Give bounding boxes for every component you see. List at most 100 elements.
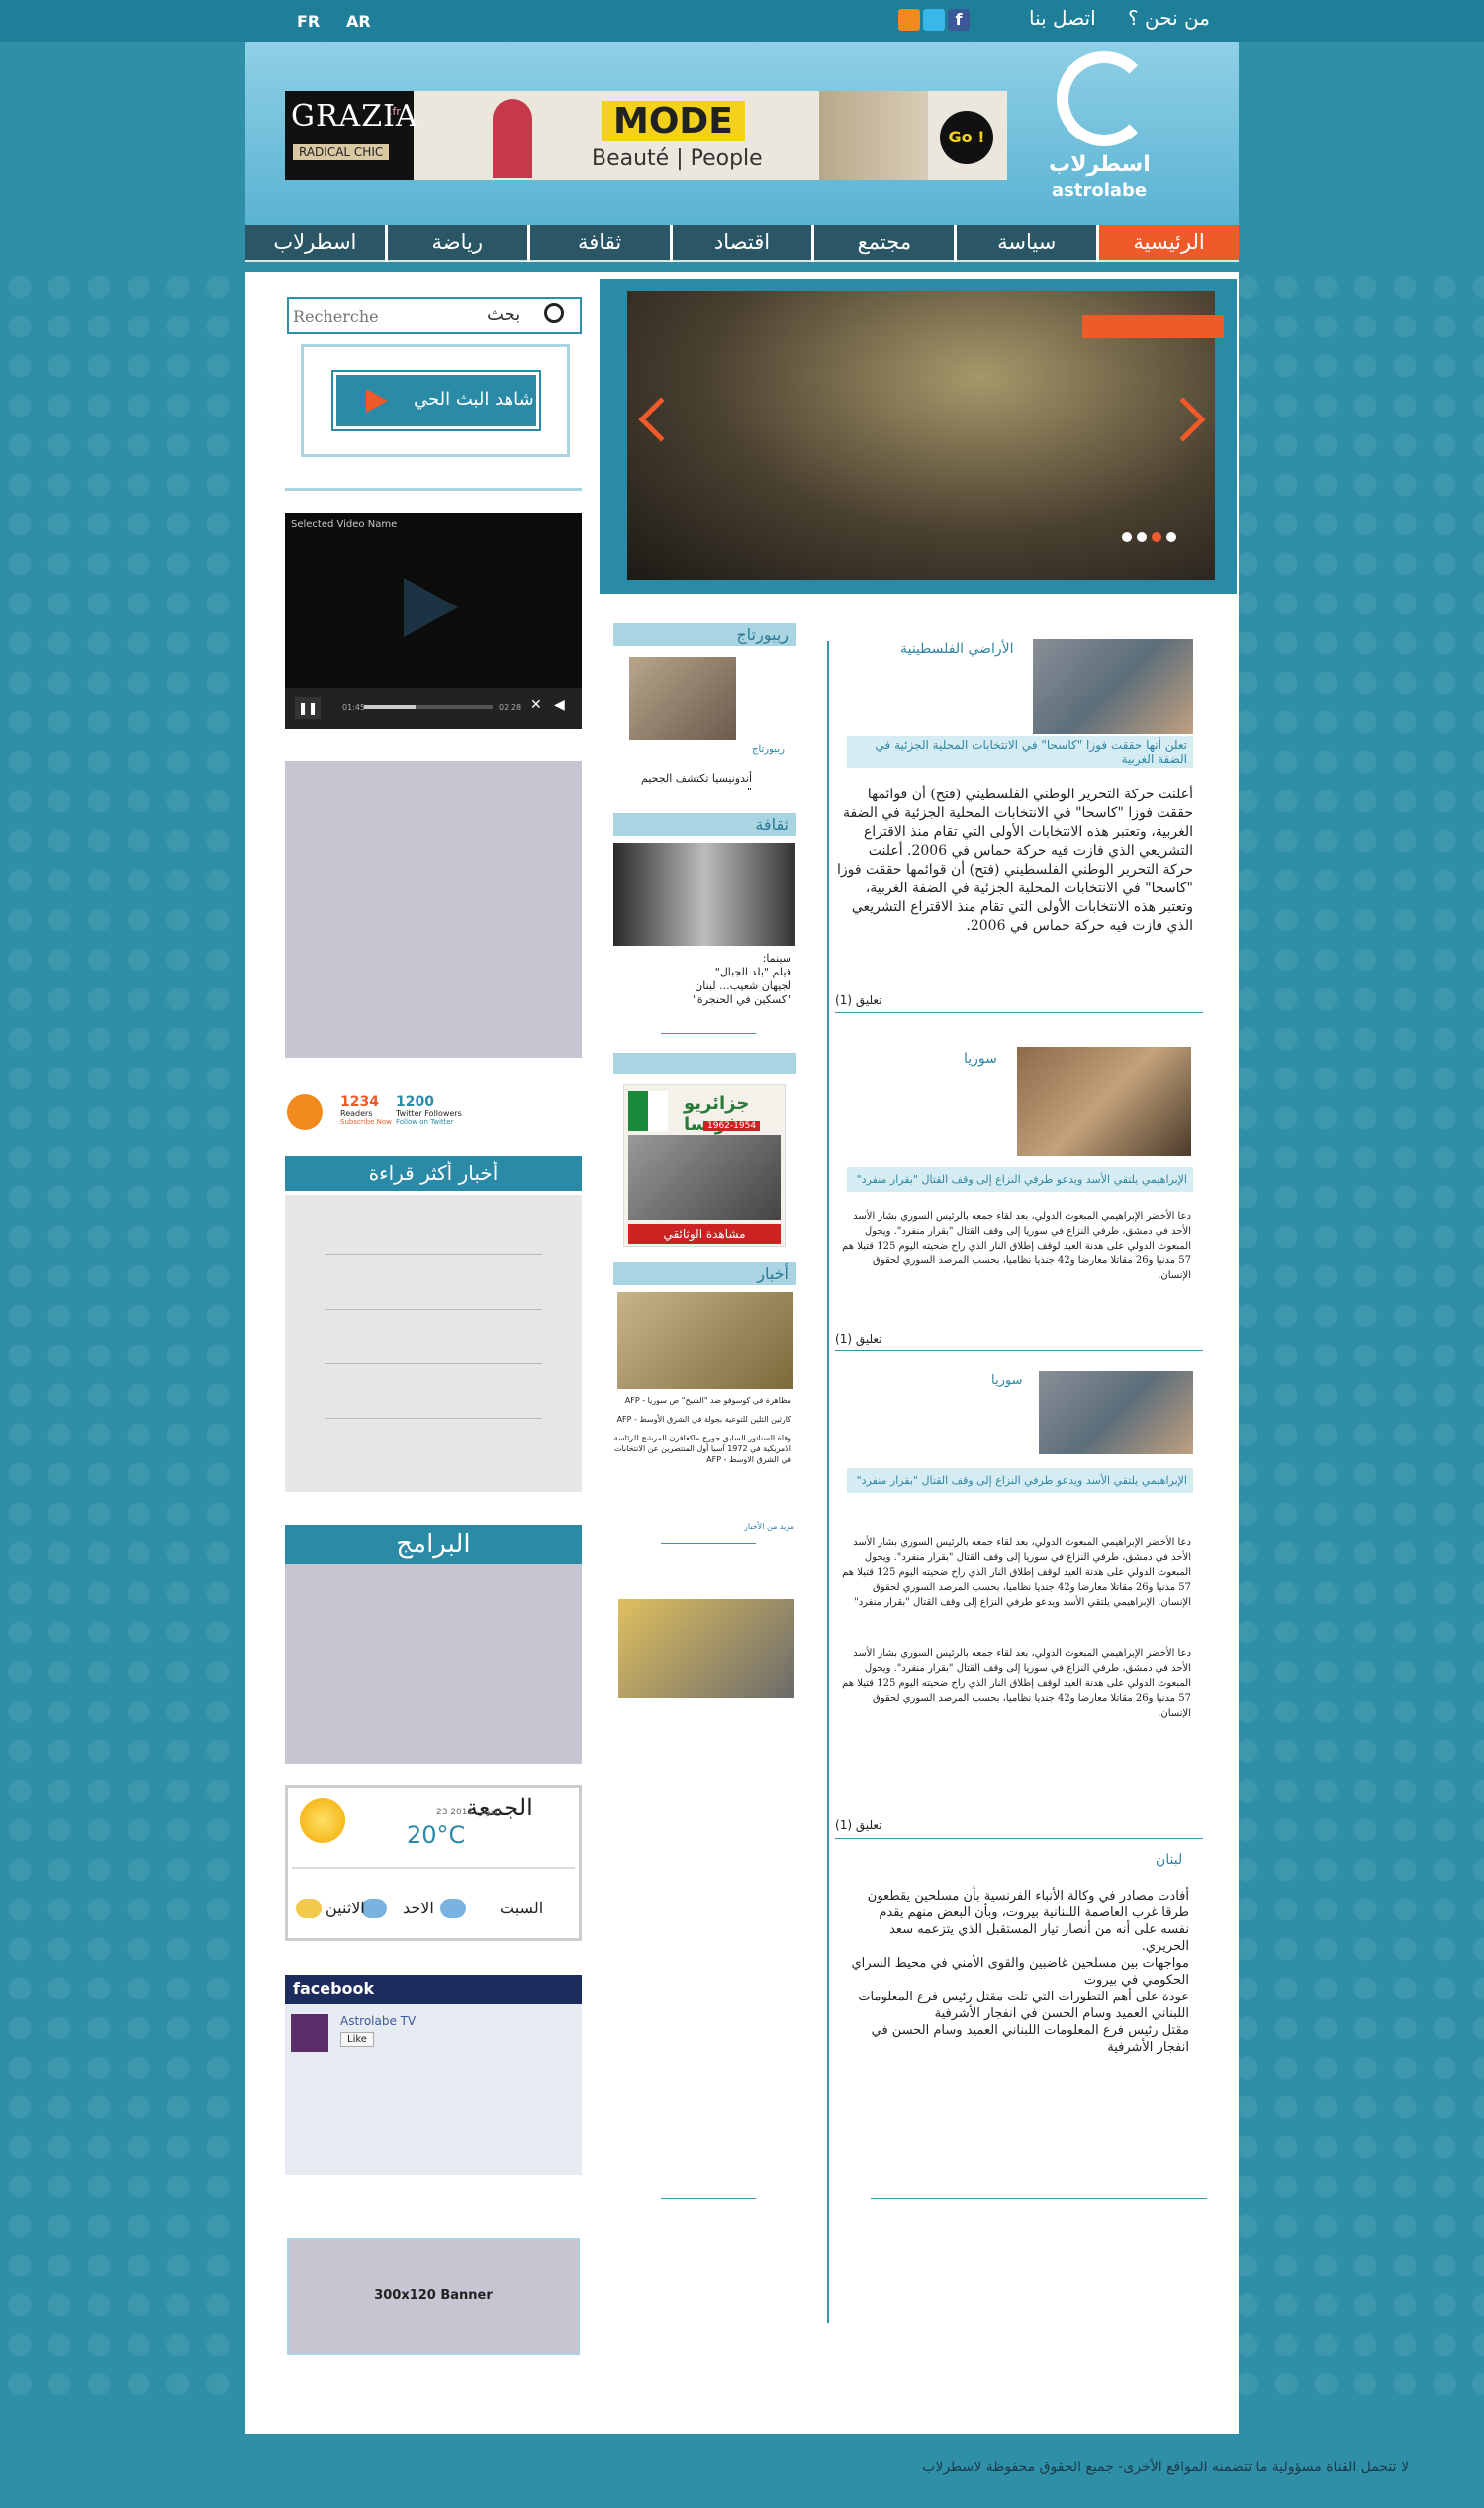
programs-title: البرامج	[285, 1525, 582, 1564]
more-news-link[interactable]: مزيد من الأخبار	[744, 1522, 794, 1531]
article-4-body: أفادت مصادر في وكالة الأنباء الفرنسية بأ…	[867, 1889, 1189, 1954]
nav-society[interactable]: مجتمع	[814, 225, 955, 262]
nav-sports[interactable]: رياضة	[387, 225, 527, 262]
divider	[871, 2198, 1207, 2199]
article-3-comments-link[interactable]: تعليق (1)	[835, 1818, 882, 1832]
documentary-header	[613, 1053, 796, 1074]
video-player[interactable]: Selected Video Name ❚❚ 01:45 02:28 ✕ ◀	[285, 513, 582, 729]
forecast-day-sun: الاحد	[403, 1899, 434, 1917]
article-2-headline[interactable]: الإبراهيمي يلتقي الأسد ويدعو طرفي النزاع…	[847, 1167, 1193, 1192]
footer: لا تتحمل القناة مسؤولية ما تتضمنه المواق…	[0, 2434, 1484, 2508]
contact-link[interactable]: اتصل بنا	[1029, 6, 1096, 30]
article-3-place[interactable]: سوريا	[991, 1373, 1022, 1388]
like-button[interactable]: Like	[340, 2032, 374, 2047]
readers-count: 1234	[340, 1094, 379, 1110]
list-item[interactable]	[325, 1363, 542, 1364]
article-2-comments-link[interactable]: تعليق (1)	[835, 1332, 882, 1346]
partly-cloudy-icon	[296, 1899, 322, 1918]
fullscreen-icon[interactable]: ✕	[530, 697, 542, 713]
slider-dot[interactable]	[1122, 532, 1132, 542]
lang-fr-link[interactable]: FR	[297, 12, 320, 31]
twitter-follow-link[interactable]: Follow on Twitter	[396, 1118, 454, 1126]
article-3-body-2: دعا الأخضر الإبراهيمي المبعوث الدولي، بع…	[842, 1648, 1191, 1718]
astrolabe-logo-icon[interactable]	[1057, 51, 1152, 146]
culture-caption[interactable]: سينما: فيلم "بلد الجبال" لجيهان شعيب... لب…	[653, 952, 791, 1007]
nav-astrolabe[interactable]: اسطرلاب	[244, 225, 385, 262]
article-4-place[interactable]: لبنان	[1156, 1852, 1182, 1868]
banner-300x120[interactable]: 300x120 Banner	[287, 2238, 580, 2355]
lang-ar-link[interactable]: AR	[346, 12, 371, 31]
reportage-image[interactable]	[629, 657, 736, 740]
news-item[interactable]: مظاهرة في كوسوفو ضد "الشيخ" ص سوريا - AF…	[613, 1395, 791, 1406]
article-1-comments-link[interactable]: تعليق (1)	[835, 993, 882, 1007]
volume-icon[interactable]: ◀	[554, 697, 565, 713]
news-image-2[interactable]	[618, 1599, 794, 1698]
article-2-place[interactable]: سوريا	[964, 1051, 997, 1067]
search-label: بحث	[487, 304, 521, 325]
facebook-title: facebook	[285, 1975, 582, 2004]
slider-dot[interactable]	[1166, 532, 1176, 542]
social-icons: f	[898, 9, 970, 31]
nav-culture[interactable]: ثقافة	[529, 225, 670, 262]
video-progress[interactable]	[364, 705, 493, 709]
article-4-bullet[interactable]: مقتل رئيس فرع المعلومات اللبناني العميد …	[851, 2022, 1189, 2056]
rain-cloud-icon	[361, 1899, 387, 1918]
ad-go-button[interactable]: Go !	[940, 111, 993, 164]
news-item[interactable]: كارثين الثلين للتوعية بجولة في الشرق الأ…	[613, 1414, 791, 1425]
facebook-widget: Astrolabe TV Like	[285, 2004, 582, 2175]
video-play-icon[interactable]	[404, 578, 458, 637]
column-divider	[827, 641, 829, 2323]
doc-years: 1962-1954	[703, 1121, 761, 1131]
facebook-icon[interactable]: f	[948, 9, 970, 31]
weather-temp: 20°C	[407, 1821, 466, 1849]
twitter-icon[interactable]	[923, 9, 945, 31]
documentary-promo[interactable]: جزائريو فرنسا 1962-1954 مشاهدة الوثائقي	[623, 1084, 786, 1247]
page-avatar[interactable]	[291, 2014, 328, 2052]
doc-photo	[628, 1135, 781, 1220]
watch-documentary-button[interactable]: مشاهدة الوثائقي	[628, 1224, 781, 1244]
reportage-label: ريبورتاج	[752, 744, 785, 755]
about-link[interactable]: من نحن ؟	[1128, 6, 1210, 30]
article-3-image[interactable]	[1039, 1371, 1193, 1454]
list-item[interactable]	[325, 1418, 542, 1419]
slider-dot[interactable]	[1137, 532, 1147, 542]
news-item[interactable]: وفاة السناتور السابق جورج ماكغافرن المرش…	[613, 1433, 791, 1454]
live-button[interactable]: شاهد البث الحي	[331, 370, 541, 431]
ad-banner[interactable]: GRAZIA .fr RADICAL CHIC MODE Beauté | Pe…	[285, 91, 1007, 180]
culture-image[interactable]	[613, 843, 795, 946]
reportage-caption[interactable]: أندونيسيا تكتشف الجحيم "	[633, 772, 752, 799]
divider	[661, 1543, 756, 1544]
divider	[285, 488, 582, 491]
article-4-bullet[interactable]: عودة على أهم التطورات التي تلت مقتل رئيس…	[851, 1989, 1189, 2022]
article-4-bullet[interactable]: مواجهات بين مسلحين غاضبين والقوى الأمني …	[851, 1955, 1190, 1989]
article-3-headline[interactable]: الإبراهيمي يلتقي الأسد ويدعو طرفي النزاع…	[847, 1468, 1193, 1493]
article-1-place[interactable]: الأراضي الفلسطينية	[900, 641, 1014, 657]
rss-icon[interactable]	[898, 9, 920, 31]
divider	[661, 1033, 756, 1034]
news-image[interactable]	[617, 1292, 793, 1389]
article-1-image[interactable]	[1033, 639, 1193, 734]
video-title: Selected Video Name	[291, 519, 398, 530]
search-input[interactable]	[293, 304, 471, 327]
pause-icon[interactable]: ❚❚	[295, 697, 321, 719]
list-item[interactable]	[325, 1254, 542, 1255]
logo-arabic: اسطرلاب	[1049, 152, 1151, 177]
slider-dots	[1122, 532, 1176, 542]
nav-economy[interactable]: اقتصاد	[672, 225, 812, 262]
article-2-image[interactable]	[1017, 1047, 1191, 1156]
readers-subscribe-link[interactable]: Subscribe Now	[340, 1118, 392, 1126]
list-item[interactable]	[325, 1309, 542, 1310]
rss-circle-icon[interactable]	[287, 1094, 323, 1130]
facebook-page-name[interactable]: Astrolabe TV	[340, 2014, 416, 2028]
top-bar	[0, 0, 1484, 42]
nav-politics[interactable]: سياسة	[957, 225, 1097, 262]
nav-home[interactable]: الرئيسية	[1099, 225, 1239, 262]
news-item[interactable]: في الشرق الاوسط - AFP	[613, 1454, 791, 1465]
article-1-headline[interactable]: تعلن أنها حققت فوزا "كاسحا" في الانتخابا…	[847, 736, 1193, 768]
video-time-right: 02:28	[499, 703, 522, 712]
search-icon[interactable]	[544, 303, 564, 323]
article-4-body-wrapper: أفادت مصادر في وكالة الأنباء الفرنسية بأ…	[851, 1888, 1190, 2056]
news-title: أخبار	[613, 1262, 796, 1285]
sun-icon	[300, 1798, 345, 1843]
slider-dot[interactable]	[1152, 532, 1161, 542]
